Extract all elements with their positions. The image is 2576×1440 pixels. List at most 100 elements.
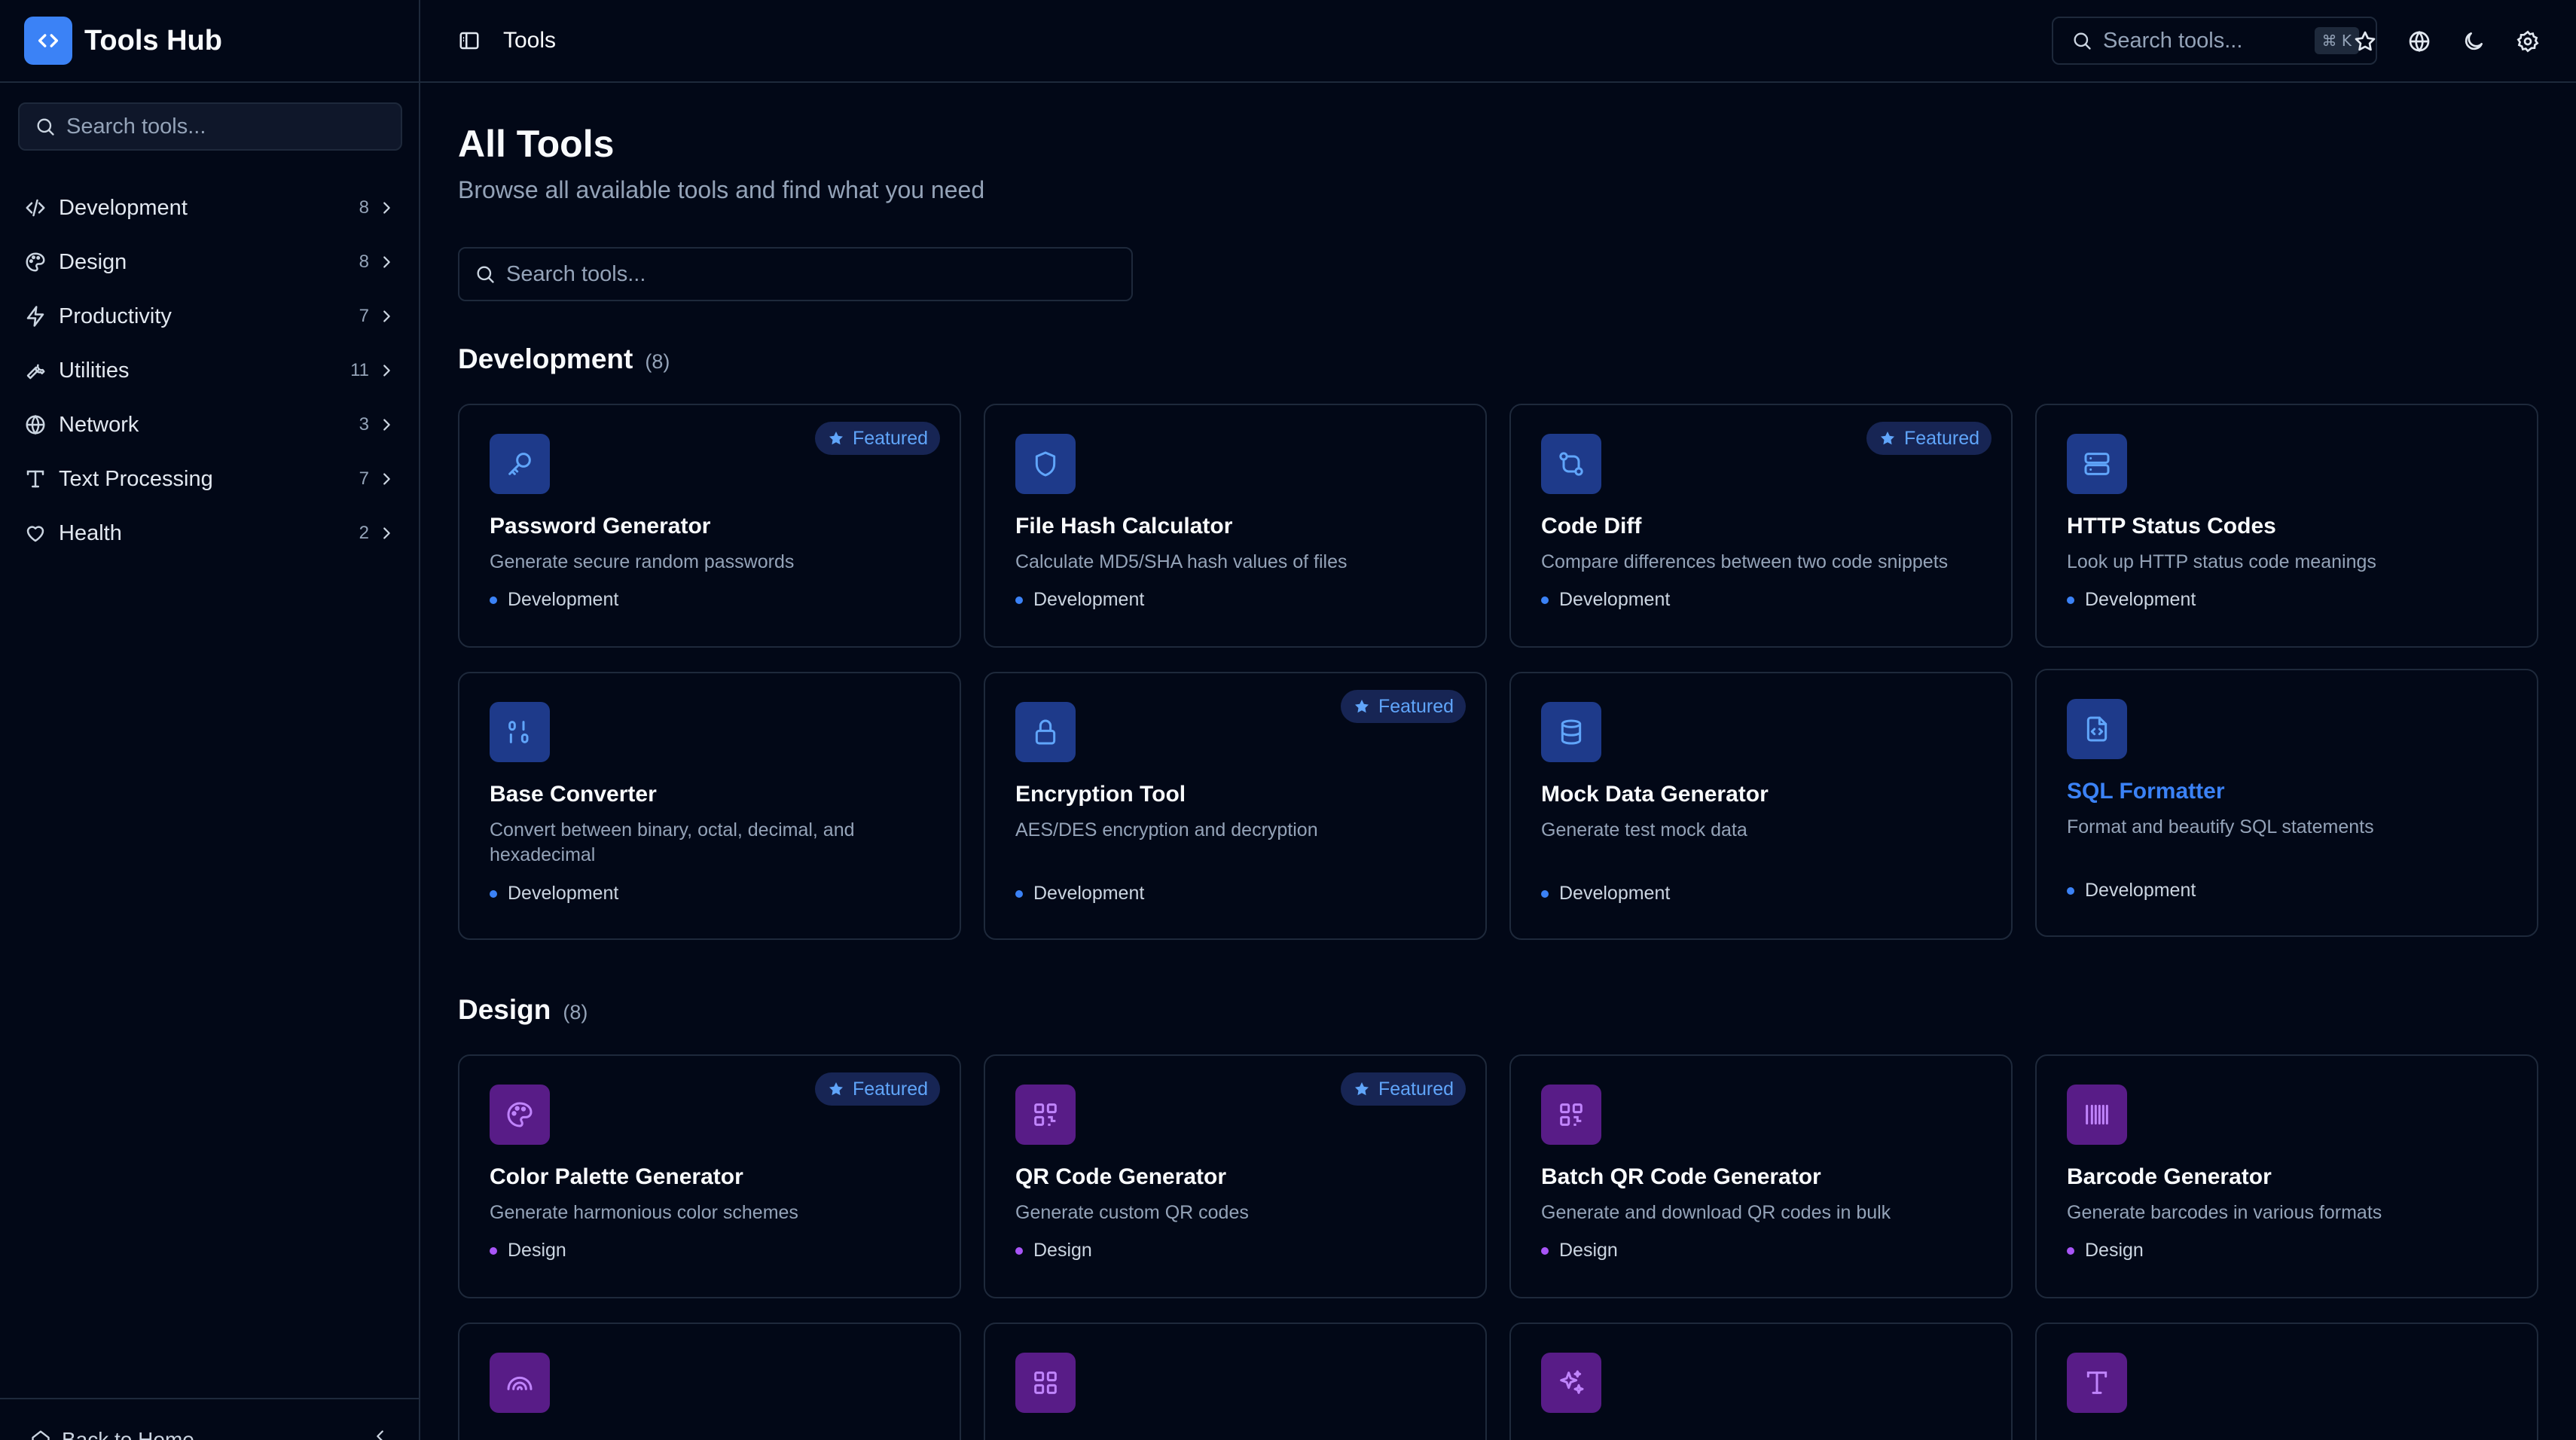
tool-title: Mock Data Generator — [1541, 782, 1769, 807]
tool-title: HTTP Status Codes — [2067, 514, 2276, 538]
barcode-icon — [2067, 1085, 2127, 1145]
section-count: (8) — [645, 350, 670, 373]
category-dot — [490, 596, 497, 604]
star-icon[interactable] — [2350, 26, 2380, 56]
sidebar-item-utilities[interactable]: Utilities 11 — [0, 343, 419, 398]
tool-card[interactable] — [458, 1323, 961, 1440]
tool-card-code-diff[interactable]: Featured Code Diff Compare differences b… — [1509, 404, 2013, 648]
tool-title: QR Code Generator — [1015, 1164, 1227, 1189]
sidebar-search-input[interactable]: Search tools... — [18, 102, 402, 151]
sidebar-item-text-processing[interactable]: Text Processing 7 — [0, 452, 419, 506]
qr-code-icon — [1015, 1085, 1076, 1145]
code-icon — [24, 197, 47, 219]
gear-icon[interactable] — [2513, 26, 2543, 56]
type-icon — [24, 468, 47, 490]
tag-label: Development — [2085, 880, 2196, 901]
star-icon — [1353, 1080, 1378, 1098]
sidebar-item-design[interactable]: Design 8 — [0, 235, 419, 289]
section-header-design: Design (8) — [458, 994, 588, 1026]
tool-category-tag: Development — [1541, 589, 1670, 611]
tag-label: Development — [2085, 589, 2196, 610]
tool-category-tag: Design — [1541, 1240, 1618, 1262]
tool-card-mock-data-generator[interactable]: Mock Data Generator Generate test mock d… — [1509, 672, 2013, 940]
sidebar-toggle-icon[interactable] — [458, 29, 481, 52]
top-bar: Tools Search tools... ⌘ K — [420, 0, 2576, 83]
page-title: All Tools — [458, 123, 615, 165]
sidebar-item-productivity[interactable]: Productivity 7 — [0, 289, 419, 343]
qr-code-icon — [1541, 1085, 1601, 1145]
tool-card-encryption-tool[interactable]: Featured Encryption Tool AES/DES encrypt… — [984, 672, 1487, 940]
tag-label: Development — [1559, 589, 1671, 610]
tool-title: SQL Formatter — [2067, 779, 2225, 804]
featured-badge: Featured — [1866, 422, 1992, 455]
chevron-right-icon — [378, 254, 395, 270]
git-compare-icon — [1541, 434, 1601, 494]
star-icon — [827, 1080, 853, 1098]
tool-title: Barcode Generator — [2067, 1164, 2272, 1189]
sidebar-item-health[interactable]: Health 2 — [0, 506, 419, 560]
sidebar-item-network[interactable]: Network 3 — [0, 398, 419, 452]
category-dot — [1015, 596, 1023, 604]
wrench-icon — [24, 359, 47, 382]
tool-title: Encryption Tool — [1015, 782, 1186, 807]
tool-card-password-generator[interactable]: Featured Password Generator Generate sec… — [458, 404, 961, 648]
category-dot — [2067, 886, 2074, 895]
tool-card-sql-formatter[interactable]: SQL Formatter Format and beautify SQL st… — [2035, 669, 2538, 937]
search-icon — [2071, 30, 2092, 51]
globe-icon[interactable] — [2404, 26, 2434, 56]
sidebar-search-placeholder: Search tools... — [66, 114, 206, 139]
star-icon — [1353, 697, 1378, 715]
tool-description: Generate and download QR codes in bulk — [1541, 1202, 1891, 1223]
featured-label: Featured — [1378, 1078, 1454, 1100]
sidebar-item-label: Design — [59, 249, 127, 274]
sidebar-item-count: 11 — [350, 360, 369, 380]
global-search-placeholder: Search tools... — [2103, 28, 2243, 53]
featured-label: Featured — [852, 427, 928, 449]
tool-description: Generate secure random passwords — [490, 551, 795, 572]
tool-description: Generate harmonious color schemes — [490, 1202, 798, 1223]
tool-card-qr-code-generator[interactable]: Featured QR Code Generator Generate cust… — [984, 1054, 1487, 1298]
heart-icon — [24, 522, 47, 545]
tag-label: Development — [508, 883, 619, 904]
tool-description: Generate test mock data — [1541, 819, 1747, 841]
category-dot — [490, 1246, 497, 1255]
shield-icon — [1015, 434, 1076, 494]
tag-label: Design — [1559, 1240, 1618, 1261]
tool-card-http-status-codes[interactable]: HTTP Status Codes Look up HTTP status co… — [2035, 404, 2538, 648]
brand[interactable]: Tools Hub — [0, 0, 419, 83]
tool-card[interactable] — [2035, 1323, 2538, 1440]
category-dot — [2067, 1246, 2074, 1255]
tools-search-input[interactable]: Search tools... — [458, 247, 1133, 301]
globe-icon — [24, 413, 47, 436]
lock-icon — [1015, 702, 1076, 762]
sparkles-icon — [1541, 1353, 1601, 1413]
featured-label: Featured — [1378, 695, 1454, 717]
sidebar-item-count: 2 — [359, 523, 369, 543]
featured-label: Featured — [1903, 427, 1979, 449]
category-nav: Development 8 Design 8 Productivity 7 Ut… — [0, 181, 419, 560]
back-to-home-link[interactable]: Back to Home — [0, 1398, 419, 1440]
tool-card[interactable] — [984, 1323, 1487, 1440]
tool-card-color-palette-generator[interactable]: Featured Color Palette Generator Generat… — [458, 1054, 961, 1298]
tool-title: Base Converter — [490, 782, 657, 807]
tool-title: Code Diff — [1541, 514, 1642, 538]
page-subtitle: Browse all available tools and find what… — [458, 176, 985, 203]
back-to-home-label: Back to Home — [62, 1428, 194, 1440]
tool-card-batch-qr-code-generator[interactable]: Batch QR Code Generator Generate and dow… — [1509, 1054, 2013, 1298]
binary-icon — [490, 702, 550, 762]
tool-card[interactable] — [1509, 1323, 2013, 1440]
chevron-right-icon — [378, 471, 395, 487]
sidebar-item-development[interactable]: Development 8 — [0, 181, 419, 235]
tool-card-barcode-generator[interactable]: Barcode Generator Generate barcodes in v… — [2035, 1054, 2538, 1298]
sidebar-item-count: 7 — [359, 306, 369, 326]
tag-label: Development — [1033, 883, 1145, 904]
tag-label: Design — [1033, 1240, 1092, 1261]
tool-card-file-hash-calculator[interactable]: File Hash Calculator Calculate MD5/SHA h… — [984, 404, 1487, 648]
tool-description: Convert between binary, octal, decimal, … — [490, 819, 855, 865]
tool-category-tag: Development — [1015, 883, 1144, 905]
palette-icon — [24, 251, 47, 273]
moon-icon[interactable] — [2458, 26, 2489, 56]
tool-card-base-converter[interactable]: Base Converter Convert between binary, o… — [458, 672, 961, 940]
global-search-input[interactable]: Search tools... ⌘ K — [2052, 17, 2377, 65]
rainbow-icon — [490, 1353, 550, 1413]
